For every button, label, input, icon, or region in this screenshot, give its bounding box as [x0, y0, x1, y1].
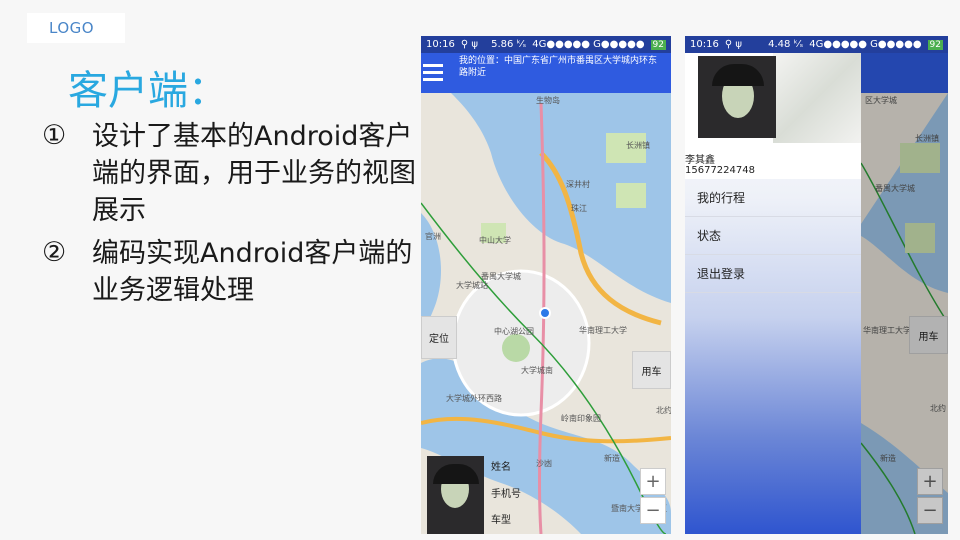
bullet-item: ① 设计了基本的Android客户端的界面，用于业务的视图展示	[42, 118, 422, 229]
map-label: 新造	[604, 454, 620, 463]
status-bar: 10:16 ⚲ ψ 4.48 ᵏ⁄ₛ 4G●●●●● G●●●●● 92	[685, 36, 948, 53]
menu-item-logout[interactable]: 退出登录	[685, 255, 861, 293]
navigation-drawer: 李其鑫 15677224748 我的行程 状态 退出登录	[685, 53, 861, 534]
map-label: 番禺大学城	[875, 184, 915, 193]
map-label: 北约	[930, 404, 946, 413]
zoom-out-button[interactable]: −	[640, 497, 666, 524]
network-speed: 5.86 ᵏ⁄ₛ	[491, 39, 527, 50]
user-avatar	[698, 56, 776, 138]
map-label: 深井村	[566, 180, 590, 189]
status-icons: ⚲ ψ	[724, 39, 742, 50]
map-label: 沙凼	[536, 459, 552, 468]
bullet-text: 设计了基本的Android客户端的界面，用于业务的视图展示	[92, 121, 416, 226]
driver-phone-label: 手机号	[491, 489, 521, 500]
signal-icon: 4G●●●●● G●●●●●	[809, 39, 922, 50]
phone-screenshot-drawer: 10:16 ⚲ ψ 4.48 ᵏ⁄ₛ 4G●●●●● G●●●●● 92 长洲镇…	[685, 36, 948, 534]
app-bar: 我的位置：中国广东省广州市番禺区大学城内环东路附近	[421, 53, 671, 93]
zoom-in-button[interactable]: +	[917, 468, 943, 495]
map-label: 岭南印象园	[561, 414, 601, 423]
map-label: 长洲镇	[915, 134, 939, 143]
map-label: 长洲镇	[626, 141, 650, 150]
phone-screenshot-map: 10:16 ⚲ ψ 5.86 ᵏ⁄ₛ 4G●●●●● G●●●●● 92 我的位…	[421, 36, 671, 534]
user-name: 李其鑫	[685, 155, 715, 166]
map-label: 新造	[880, 454, 896, 463]
bullet-number: ②	[42, 237, 67, 268]
map-label: 番禺大学城	[481, 272, 521, 281]
logo: LOGO	[27, 13, 125, 43]
user-phone: 15677224748	[685, 165, 755, 176]
map-label: 区大学城	[865, 96, 897, 105]
signal-icon: 4G●●●●● G●●●●●	[532, 39, 645, 50]
status-icons: ⚲ ψ	[460, 39, 478, 50]
use-car-button[interactable]: 用车	[632, 351, 671, 389]
zoom-in-button[interactable]: +	[640, 468, 666, 495]
menu-item-status[interactable]: 状态	[685, 217, 861, 255]
network-speed: 4.48 ᵏ⁄ₛ	[768, 39, 804, 50]
use-car-button[interactable]: 用车	[909, 316, 948, 354]
status-time: 10:16	[426, 39, 455, 50]
locate-button[interactable]: 定位	[421, 316, 457, 359]
map-label: 中山大学	[479, 236, 511, 245]
status-time: 10:16	[690, 39, 719, 50]
map-view[interactable]: 中山大学 大学城站 中心湖公园 华南理工大学 大学城南 大学城外环西路 岭南印象…	[421, 93, 671, 534]
map-label: 中心湖公园	[494, 327, 534, 336]
drawer-header: 李其鑫 15677224748	[685, 53, 861, 179]
bullet-list: ① 设计了基本的Android客户端的界面，用于业务的视图展示 ② 编码实现An…	[42, 118, 422, 315]
menu-item-my-trips[interactable]: 我的行程	[685, 179, 861, 217]
car-type-label: 车型	[491, 515, 511, 526]
driver-name-label: 姓名	[491, 462, 511, 473]
hamburger-menu-icon[interactable]	[423, 64, 443, 82]
map-label: 华南理工大学	[579, 326, 627, 335]
slide-title: 客户端：	[68, 68, 228, 114]
driver-avatar	[427, 456, 484, 534]
bullet-number: ①	[42, 120, 67, 151]
map-label: 大学城南	[521, 366, 553, 375]
map-label: 大学城外环西路	[446, 394, 502, 403]
map-label: 珠江	[571, 204, 587, 213]
status-bar: 10:16 ⚲ ψ 5.86 ᵏ⁄ₛ 4G●●●●● G●●●●● 92	[421, 36, 671, 53]
map-label: 华南理工大学	[863, 326, 911, 335]
map-label: 生物岛	[536, 96, 560, 105]
bullet-text: 编码实现Android客户端的业务逻辑处理	[92, 238, 413, 306]
battery-icon: 92	[927, 39, 943, 50]
battery-icon: 92	[650, 39, 666, 50]
location-text: 我的位置：中国广东省广州市番禺区大学城内环东路附近	[459, 56, 658, 78]
bullet-item: ② 编码实现Android客户端的业务逻辑处理	[42, 235, 422, 309]
map-label: 官洲	[425, 232, 441, 241]
zoom-out-button[interactable]: −	[917, 497, 943, 524]
map-label: 北约	[656, 406, 671, 415]
